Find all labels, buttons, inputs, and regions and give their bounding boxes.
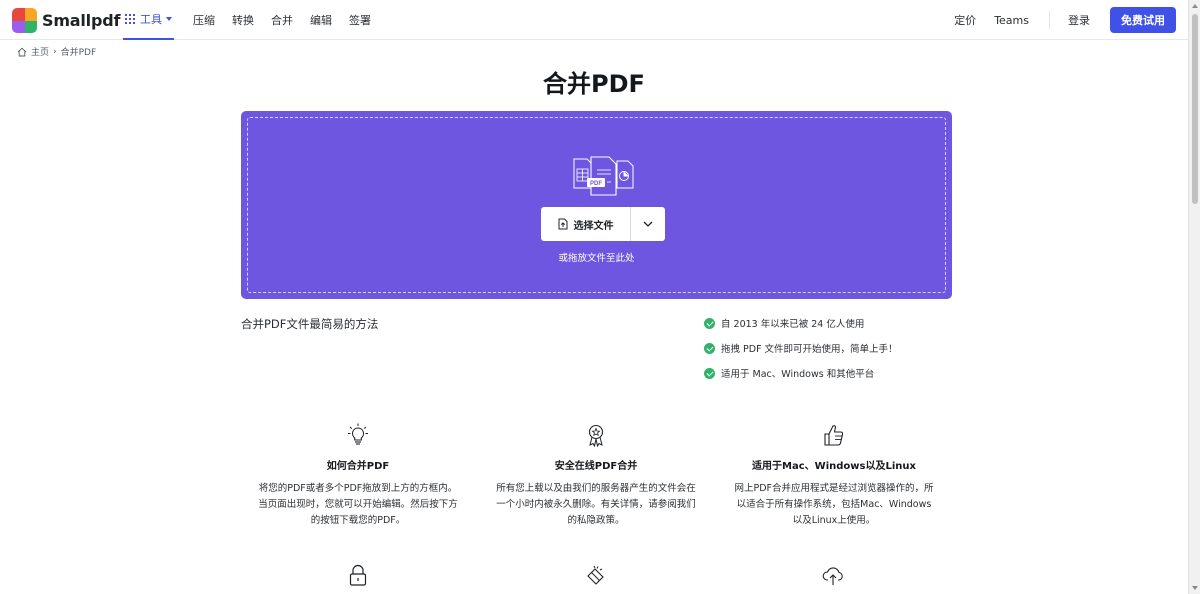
info-title: 安全在线PDF合并 bbox=[554, 461, 638, 472]
feature-item: 适用于 Mac、Windows 和其他平台 bbox=[704, 365, 898, 381]
home-icon bbox=[17, 47, 27, 56]
info-title: 如何合并PDF bbox=[326, 461, 390, 472]
breadcrumb-home[interactable]: 主页 bbox=[31, 45, 49, 58]
lightbulb-icon bbox=[348, 423, 368, 445]
file-dropzone[interactable]: PDF 选择文件 或拖放文件至此处 bbox=[241, 111, 952, 299]
feature-item: 自 2013 年以来已被 24 亿人使用 bbox=[704, 315, 898, 331]
cloud-upload-icon bbox=[822, 567, 843, 585]
logo-text: Smallpdf bbox=[42, 11, 121, 30]
choose-file-label: 选择文件 bbox=[573, 220, 614, 232]
info-title: 适用于Mac、Windows以及Linux bbox=[752, 461, 916, 472]
nav-item-compress[interactable]: 压缩 bbox=[193, 0, 215, 40]
scrollbar-thumb[interactable] bbox=[1192, 14, 1198, 204]
pdf-files-illustration-icon: PDF bbox=[573, 156, 634, 196]
easiest-way-text: 合并PDF文件最简易的方法 bbox=[241, 317, 379, 331]
nav-tools-menu[interactable]: 工具 bbox=[123, 0, 174, 40]
page-scrollbar[interactable] bbox=[1188, 0, 1200, 594]
header-divider bbox=[1049, 11, 1050, 29]
file-source-dropdown[interactable] bbox=[631, 207, 665, 241]
pricing-link[interactable]: 定价 bbox=[954, 12, 976, 28]
logo-icon bbox=[12, 8, 37, 33]
info-card-platforms: 适用于Mac、Windows以及Linux 网上PDF合并应用程式是经过浏览器操… bbox=[734, 423, 934, 529]
teams-link[interactable]: Teams bbox=[994, 14, 1029, 27]
choose-file-button[interactable]: 选择文件 bbox=[541, 207, 631, 241]
smallpdf-logo[interactable]: Smallpdf bbox=[12, 8, 120, 33]
magic-wand-icon bbox=[587, 565, 604, 585]
feature-text: 自 2013 年以来已被 24 亿人使用 bbox=[721, 319, 865, 330]
check-circle-icon bbox=[704, 342, 715, 354]
thumbs-up-icon bbox=[824, 425, 844, 446]
nav-item-merge[interactable]: 合并 bbox=[271, 0, 293, 40]
choose-file-group: 选择文件 bbox=[541, 207, 665, 241]
nav-item-edit[interactable]: 编辑 bbox=[310, 0, 332, 40]
chevron-down-icon bbox=[166, 17, 172, 21]
login-link[interactable]: 登录 bbox=[1068, 12, 1090, 28]
breadcrumb-current: 合并PDF bbox=[60, 48, 97, 58]
grid-icon bbox=[125, 14, 135, 24]
scroll-down-arrow-icon[interactable] bbox=[1192, 586, 1198, 590]
nav-item-convert[interactable]: 转换 bbox=[232, 0, 254, 40]
award-icon bbox=[588, 424, 604, 447]
nav-item-sign[interactable]: 签署 bbox=[349, 0, 371, 40]
top-header: Smallpdf 工具 压缩 转换 合并 编辑 签署 定价 Teams 登录 免… bbox=[0, 0, 1188, 40]
file-upload-icon bbox=[558, 218, 567, 230]
info-card-how-to: 如何合并PDF 将您的PDF或者多个PDF拖放到上方的方框内。当页面出现时，您就… bbox=[258, 423, 458, 529]
check-circle-icon bbox=[704, 367, 715, 379]
feature-text: 适用于 Mac、Windows 和其他平台 bbox=[721, 369, 875, 380]
dropzone-border: PDF 选择文件 或拖放文件至此处 bbox=[247, 117, 946, 293]
info-card-security: 安全在线PDF合并 所有您上载以及由我们的服务器产生的文件会在一个小时内被永久删… bbox=[496, 423, 696, 529]
check-circle-icon bbox=[704, 317, 715, 329]
main-nav: 工具 压缩 转换 合并 编辑 签署 bbox=[123, 0, 388, 40]
feature-text: 拖拽 PDF 文件即可开始使用，简单上手！ bbox=[721, 344, 898, 355]
chevron-down-icon bbox=[643, 221, 653, 227]
drop-hint-text: 或拖放文件至此处 bbox=[558, 253, 635, 264]
breadcrumb-separator: › bbox=[53, 46, 57, 57]
svg-text:PDF: PDF bbox=[590, 181, 602, 187]
info-text: 所有您上载以及由我们的服务器产生的文件会在一个小时内被永久删除。有关详情，请参阅… bbox=[496, 483, 696, 526]
page-title: 合并PDF bbox=[543, 70, 645, 98]
feature-list: 自 2013 年以来已被 24 亿人使用 拖拽 PDF 文件即可开始使用，简单上… bbox=[704, 315, 898, 381]
info-text: 网上PDF合并应用程式是经过浏览器操作的，所以适合于所有操作系统，包括Mac、W… bbox=[734, 483, 934, 526]
lock-icon bbox=[349, 564, 367, 586]
info-text: 将您的PDF或者多个PDF拖放到上方的方框内。当页面出现时，您就可以开始编辑。然… bbox=[258, 483, 458, 526]
nav-tools-label: 工具 bbox=[140, 13, 162, 26]
feature-item: 拖拽 PDF 文件即可开始使用，简单上手！ bbox=[704, 340, 898, 356]
breadcrumb: 主页 › 合并PDF bbox=[17, 45, 96, 58]
scroll-up-arrow-icon[interactable] bbox=[1192, 4, 1198, 8]
header-actions: 定价 Teams 登录 免费试用 bbox=[936, 0, 1176, 40]
free-trial-button[interactable]: 免费试用 bbox=[1110, 7, 1176, 33]
